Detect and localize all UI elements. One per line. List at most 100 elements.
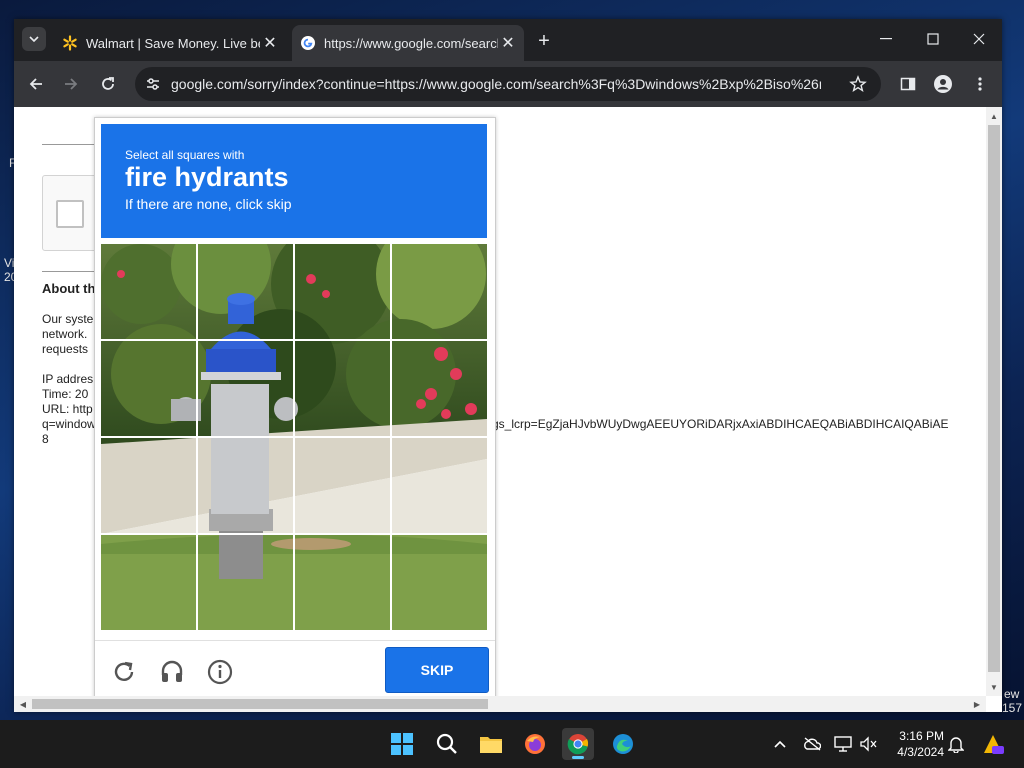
body-text: requests	[42, 342, 89, 356]
about-heading: About th	[42, 281, 96, 296]
show-hidden-icons-button[interactable]	[770, 734, 790, 754]
captcha-instruction: Select all squares with	[125, 148, 245, 162]
edge-button[interactable]	[607, 728, 639, 760]
arrow-left-icon	[29, 78, 42, 90]
scroll-right-arrow-icon[interactable]: ▶	[970, 697, 984, 711]
scroll-left-arrow-icon[interactable]: ◀	[16, 697, 30, 711]
maximize-icon	[927, 33, 939, 45]
captcha-challenge: Select all squares with fire hydrants If…	[94, 117, 496, 709]
start-button[interactable]	[386, 728, 418, 760]
reload-icon	[114, 661, 134, 681]
walmart-spark-icon	[62, 35, 78, 51]
arrow-right-icon	[65, 78, 78, 90]
headphones-icon	[161, 660, 183, 682]
new-tab-button[interactable]: +	[532, 29, 556, 53]
volume-muted-icon[interactable]	[858, 734, 878, 754]
profile-icon	[934, 75, 952, 93]
reload-icon	[102, 77, 114, 90]
widgets-icon[interactable]	[980, 734, 1006, 754]
close-icon[interactable]: ✕	[498, 33, 518, 53]
firefox-button[interactable]	[519, 728, 551, 760]
chrome-button[interactable]	[562, 728, 594, 760]
forward-button[interactable]	[59, 72, 83, 96]
captcha-hint: If there are none, click skip	[125, 196, 292, 212]
close-window-button[interactable]	[965, 27, 993, 51]
horizontal-scrollbar[interactable]: ◀ ▶	[14, 696, 986, 712]
google-g-icon	[300, 35, 316, 51]
divider	[42, 271, 102, 272]
time-label: Time: 20	[42, 387, 89, 401]
reload-button[interactable]	[96, 72, 120, 96]
clock-time: 3:16 PM	[899, 729, 944, 743]
tab-search-button[interactable]	[22, 27, 46, 51]
address-url: google.com/sorry/index?continue=https://…	[171, 76, 821, 92]
body-text: Our syste	[42, 312, 94, 326]
menu-button[interactable]	[968, 72, 992, 96]
search-icon	[436, 733, 457, 754]
more-vertical-icon	[978, 77, 982, 91]
browser-window: Walmart | Save Money. Live bet ✕ https:/…	[14, 19, 1002, 712]
page-viewport: About th Our syste network. requests IP …	[14, 107, 1002, 712]
minimize-button[interactable]	[872, 27, 900, 51]
grid-line	[101, 339, 487, 341]
onedrive-icon[interactable]	[802, 734, 822, 754]
captcha-target: fire hydrants	[125, 162, 289, 192]
body-text: network.	[42, 327, 88, 341]
url-text: gs_lcrp=EgZjaHJvbWUyDwgAEEUYORiDARjxAxiA…	[492, 417, 949, 431]
side-panel-button[interactable]	[896, 72, 920, 96]
chrome-icon	[567, 734, 589, 755]
site-settings-icon[interactable]	[145, 76, 161, 97]
info-button[interactable]	[203, 655, 237, 689]
close-icon	[973, 33, 985, 45]
tab-strip: Walmart | Save Money. Live bet ✕ https:/…	[14, 19, 1002, 61]
minimize-icon	[880, 38, 892, 40]
folder-icon	[480, 737, 502, 753]
browser-toolbar: google.com/sorry/index?continue=https://…	[14, 61, 1002, 107]
desktop-text-fragment: 157	[1002, 701, 1023, 715]
tab-google[interactable]: https://www.google.com/search ✕	[292, 25, 524, 61]
url-text: q=window	[42, 417, 96, 431]
tab-walmart[interactable]: Walmart | Save Money. Live bet ✕	[54, 25, 286, 61]
side-panel-icon	[900, 77, 916, 91]
star-icon[interactable]	[849, 75, 867, 98]
search-button[interactable]	[431, 728, 463, 760]
address-bar[interactable]: google.com/sorry/index?continue=https://…	[135, 67, 881, 101]
vertical-scrollbar[interactable]: ▲ ▼	[986, 107, 1002, 696]
captcha-image-grid[interactable]	[101, 244, 487, 630]
chevron-down-icon	[29, 36, 39, 42]
profile-button[interactable]	[931, 72, 955, 96]
firefox-icon	[525, 734, 545, 754]
url-label: URL: http	[42, 402, 93, 416]
maximize-button[interactable]	[919, 27, 947, 51]
tab-title: https://www.google.com/search	[324, 35, 498, 51]
scrollbar-thumb[interactable]	[32, 699, 488, 709]
scrollbar-thumb[interactable]	[988, 125, 1000, 672]
ip-address-label: IP addres	[42, 372, 94, 386]
back-button[interactable]	[24, 72, 48, 96]
desktop-text-fragment: ew	[1004, 687, 1020, 701]
divider	[42, 144, 102, 145]
info-icon	[207, 659, 233, 685]
captcha-header: Select all squares with fire hydrants If…	[101, 124, 487, 238]
chevron-up-icon	[774, 740, 786, 748]
active-indicator	[572, 756, 584, 759]
scroll-down-arrow-icon[interactable]: ▼	[987, 680, 1001, 694]
recaptcha-checkbox[interactable]	[56, 200, 84, 228]
windows-logo-icon	[391, 733, 413, 755]
grid-line	[101, 533, 487, 535]
file-explorer-button[interactable]	[475, 728, 507, 760]
close-icon[interactable]: ✕	[260, 33, 280, 53]
taskbar: 3:16 PM 4/3/2024	[0, 720, 1024, 768]
clock-date: 4/3/2024	[897, 745, 944, 759]
skip-button[interactable]: SKIP	[385, 647, 489, 693]
desktop-text-fragment: Vi	[4, 256, 15, 270]
system-clock[interactable]: 3:16 PM 4/3/2024	[880, 728, 944, 760]
network-icon[interactable]	[833, 734, 853, 754]
audio-challenge-button[interactable]	[155, 655, 189, 689]
reload-challenge-button[interactable]	[107, 655, 141, 689]
notifications-icon[interactable]	[946, 734, 966, 754]
scroll-up-arrow-icon[interactable]: ▲	[987, 109, 1001, 123]
edge-icon	[613, 734, 633, 754]
tab-title: Walmart | Save Money. Live bet	[86, 35, 260, 51]
url-text: 8	[42, 432, 49, 446]
